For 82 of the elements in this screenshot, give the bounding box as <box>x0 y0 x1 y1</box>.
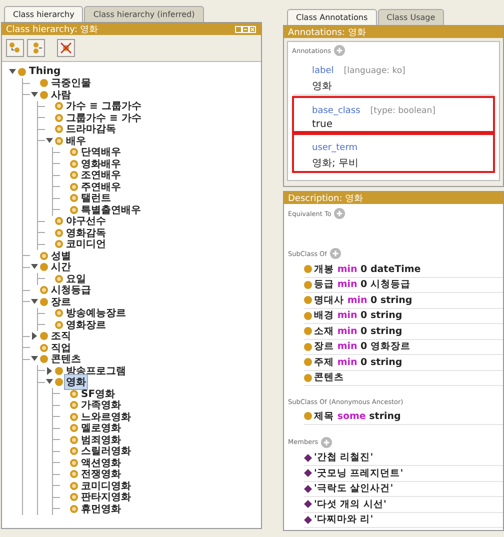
class-tree-item[interactable]: 조연배우 <box>80 168 122 182</box>
class-tree-item[interactable]: 스릴러영화 <box>80 444 132 458</box>
class-tree-item[interactable]: 코미디영화 <box>80 478 132 493</box>
class-tree-item[interactable]: 전쟁영화 <box>80 467 122 482</box>
annotation-value: 영화 <box>312 80 333 93</box>
panel-title: Description: 영화 <box>288 192 364 204</box>
class-expression[interactable]: 주제 min 0 string <box>314 356 402 369</box>
class-tree-item[interactable]: 사람 <box>50 88 72 102</box>
class-tree-item[interactable]: 드라마감독 <box>65 122 117 136</box>
class-expression[interactable]: '극락도 살인사건' <box>314 482 394 496</box>
class-tree-item[interactable]: 요일 <box>65 272 87 286</box>
expanded-arrow-icon[interactable] <box>30 263 40 272</box>
panel-tab[interactable]: Class hierarchy <box>4 6 84 22</box>
class-tree-item[interactable]: Thing <box>28 66 62 78</box>
annotation-property[interactable]: base_class <box>312 106 360 116</box>
delete-class-button[interactable] <box>57 39 75 57</box>
class-tree-item[interactable]: 영화 <box>65 375 87 390</box>
class-expression[interactable]: '다섯 개의 시선' <box>314 498 386 511</box>
annotation-property[interactable]: label <box>312 66 334 76</box>
class-expression[interactable]: 명대사 min 0 string <box>314 294 412 307</box>
class-expression[interactable]: '간첩 리철진' <box>314 451 374 464</box>
class-tree-item[interactable]: 코미디언 <box>65 237 107 252</box>
class-tree-item[interactable]: 느와르영화 <box>80 410 132 424</box>
class-icon <box>304 412 312 420</box>
class-tree-item[interactable]: 방송예능장르 <box>65 306 127 320</box>
class-tree-item[interactable]: 콘텐츠 <box>50 352 82 366</box>
class-tree-item[interactable]: 성별 <box>50 248 72 263</box>
class-tree-item[interactable]: 영화장르 <box>65 318 107 332</box>
class-expression[interactable]: 장르 min 0 영화장르 <box>314 340 410 354</box>
class-tree-item[interactable]: 주연배우 <box>80 180 122 194</box>
add-sibling-button[interactable] <box>27 39 45 57</box>
class-expression[interactable]: 등급 min 0 시청등급 <box>314 278 410 292</box>
class-tree-item[interactable]: 시간 <box>50 260 72 274</box>
class-expression[interactable]: '굿모닝 프레지던트' <box>314 466 404 480</box>
expanded-arrow-icon[interactable] <box>30 355 40 364</box>
class-tree-item[interactable]: 가족영화 <box>80 398 122 412</box>
class-tree-item[interactable]: 영화배우 <box>80 156 122 171</box>
class-tree-item[interactable]: 극중인물 <box>50 76 92 90</box>
class-tree-item[interactable]: 배우 <box>65 134 87 148</box>
class-tree-item[interactable]: 액션영화 <box>80 456 122 470</box>
panel-tab[interactable]: Class Usage <box>378 9 444 25</box>
class-tree-item[interactable]: 가수 ≡ 그룹가수 <box>65 99 142 114</box>
expanded-arrow-icon[interactable] <box>45 378 55 386</box>
panel-title: Annotations: 영화 <box>288 26 366 38</box>
panel-title: Class hierarchy: 영화 <box>6 24 98 36</box>
annotation-type: [type: boolean] <box>370 106 436 116</box>
class-tree-item[interactable]: 조직 <box>50 329 72 344</box>
panel-tab[interactable]: Class Annotations <box>287 9 377 25</box>
class-tree-item[interactable]: 시청등급 <box>50 283 92 298</box>
class-tree-item[interactable]: 휴먼영화 <box>80 502 122 516</box>
delete-icon <box>60 42 72 54</box>
add-subclass-button[interactable] <box>6 39 24 57</box>
class-tree-item[interactable]: 범죄영화 <box>80 432 122 447</box>
class-tree-item[interactable]: 판타지영화 <box>80 490 132 504</box>
annotation-value: true <box>312 119 334 130</box>
annotation-type: [language: ko] <box>344 66 406 76</box>
add-subclass-icon <box>9 42 21 54</box>
panel-tab[interactable]: Class hierarchy (inferred) <box>84 6 204 22</box>
class-expression[interactable]: 콘텐츠 <box>314 371 344 384</box>
expanded-arrow-icon[interactable] <box>45 136 55 145</box>
class-expression[interactable]: 개봉 min 0 dateTime <box>314 262 421 276</box>
class-tree-item[interactable]: 장르 <box>50 294 72 309</box>
class-tree-item[interactable]: 특별출연배우 <box>80 202 142 217</box>
class-expression[interactable]: 배경 min 0 string <box>314 309 402 322</box>
class-tree-item[interactable]: 영화감독 <box>65 226 107 240</box>
expanded-arrow-icon[interactable] <box>8 68 18 76</box>
class-expression[interactable]: '다찌마와 리' <box>314 513 374 526</box>
class-expression[interactable]: 제목 some string <box>314 410 401 423</box>
class-tree-item[interactable]: 탤런트 <box>80 191 112 206</box>
class-expression[interactable]: 소재 min 0 string <box>314 324 402 338</box>
class-tree-item[interactable]: 직업 <box>50 340 72 355</box>
class-tree-item[interactable]: SF영화 <box>80 386 116 401</box>
class-tree-item[interactable]: 야구선수 <box>65 214 107 228</box>
class-tree-item[interactable]: 그룹가수 ≡ 가수 <box>65 110 142 125</box>
expanded-arrow-icon[interactable] <box>30 298 40 306</box>
window-controls-icon[interactable] <box>235 26 257 32</box>
class-icon <box>18 68 26 76</box>
class-tree-item[interactable]: 멜로영화 <box>80 421 122 436</box>
expanded-arrow-icon[interactable] <box>30 90 40 99</box>
annotation-value: 영화; 무비 <box>312 157 360 170</box>
annotation-property[interactable]: user_term <box>312 143 358 153</box>
class-tree-item[interactable]: 단역배우 <box>80 145 122 160</box>
